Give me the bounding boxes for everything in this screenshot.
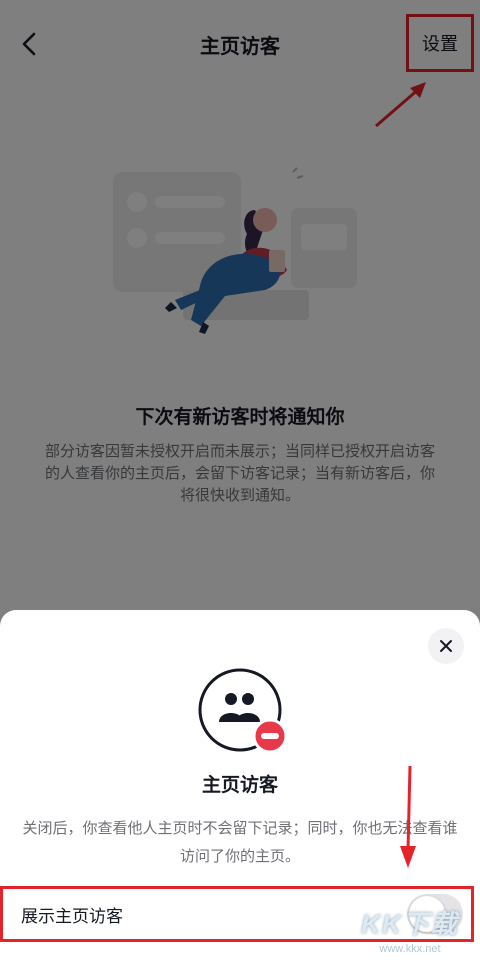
minus-circle-icon [252, 718, 288, 754]
close-icon [440, 640, 452, 652]
watermark-logo: KK下载 [361, 909, 459, 939]
show-visitors-label: 展示主页访客 [21, 906, 123, 927]
watermark: KK下载 www.kkx.net [342, 904, 478, 968]
close-button[interactable] [428, 628, 464, 664]
users-icon [198, 668, 288, 754]
annotation-arrow-down-icon [400, 765, 416, 868]
watermark-url: www.kkx.net [379, 943, 441, 955]
sheet-description: 关闭后，你查看他人主页时不会留下记录；同时，你也无法查看谁访问了你的主页。 [22, 819, 458, 865]
